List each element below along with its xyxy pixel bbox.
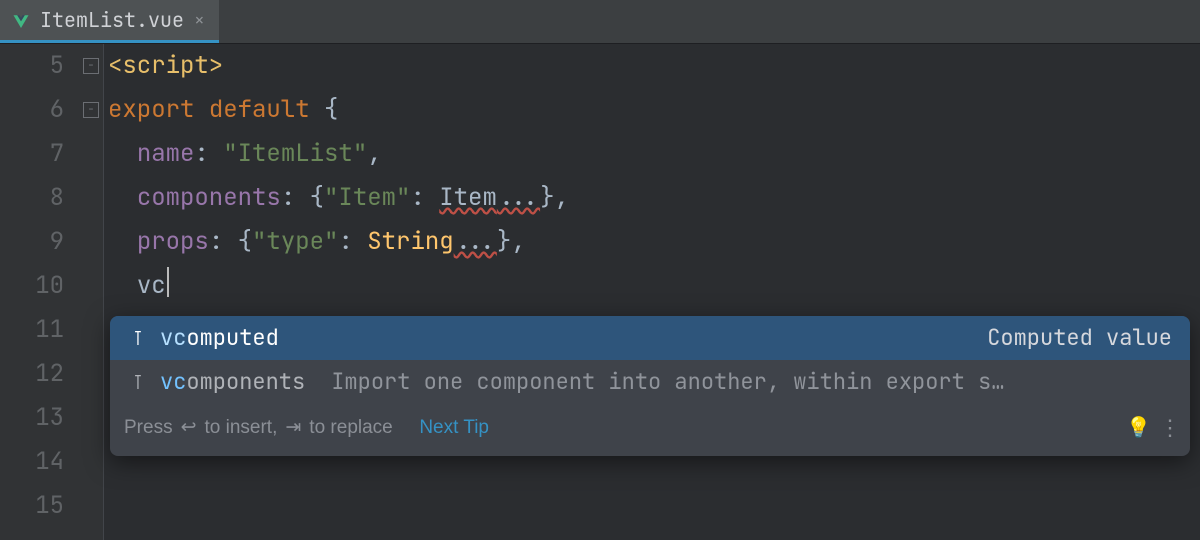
hint-text: Press	[124, 408, 173, 448]
code-text: },	[497, 226, 526, 257]
code-text: },	[540, 182, 569, 213]
code-text: :	[338, 226, 352, 257]
code-text: "type"	[252, 226, 338, 257]
close-icon[interactable]: ×	[194, 9, 205, 32]
code-text: <script>	[108, 50, 223, 81]
line-number: 12	[0, 352, 64, 396]
tab-key-icon: ⇥	[285, 408, 301, 448]
live-template-icon: ⊺	[128, 318, 148, 358]
completion-item-desc: Computed value	[987, 318, 1172, 358]
line-number: 9	[0, 220, 64, 264]
line-number: 13	[0, 396, 64, 440]
code-text: export	[108, 94, 194, 125]
code-text: :	[410, 182, 424, 213]
editor[interactable]: 5 6 7 8 9 10 11 12 13 14 15 <script> exp…	[0, 44, 1200, 540]
line-number: 5	[0, 44, 64, 88]
code-text: Item	[439, 182, 497, 213]
completion-item-name: vcomputed	[160, 318, 279, 358]
code-text: String	[367, 226, 453, 257]
completion-popup: ⊺ vcomputed Computed value ⊺ vcomponents…	[110, 316, 1190, 456]
code-text: :	[281, 182, 295, 213]
code-text: "ItemList"	[223, 138, 367, 169]
next-tip-link[interactable]: Next Tip	[419, 408, 489, 448]
code-text: components	[137, 182, 281, 213]
fold-toggle-icon[interactable]	[83, 102, 99, 118]
file-tab[interactable]: ItemList.vue ×	[0, 0, 219, 43]
code-text: {	[310, 182, 324, 213]
code-text: vc	[137, 270, 166, 301]
tab-filename: ItemList.vue	[40, 7, 184, 33]
completion-footer: Press ↩ to insert, ⇥ to replace Next Tip…	[110, 404, 1190, 456]
text-caret	[167, 267, 169, 297]
code-text: ...	[454, 226, 497, 257]
line-number: 15	[0, 484, 64, 528]
code-text: {	[238, 226, 252, 257]
code-text: default	[209, 94, 310, 125]
line-number-gutter: 5 6 7 8 9 10 11 12 13 14 15	[0, 44, 80, 540]
vue-file-icon	[12, 11, 30, 29]
fold-gutter	[80, 44, 104, 540]
more-icon[interactable]: ⋮	[1159, 421, 1178, 435]
line-number: 14	[0, 440, 64, 484]
code-text: props	[137, 226, 209, 257]
code-text: "Item"	[324, 182, 410, 213]
code-text: :	[209, 226, 223, 257]
tab-bar: ItemList.vue ×	[0, 0, 1200, 44]
code-area[interactable]: <script> export default { name: "ItemLis…	[104, 44, 1200, 540]
line-number: 10	[0, 264, 64, 308]
code-text: {	[324, 94, 338, 125]
line-number: 8	[0, 176, 64, 220]
code-text: ,	[367, 138, 381, 169]
completion-item-name: vcomponents	[160, 362, 305, 402]
line-number: 6	[0, 88, 64, 132]
line-number: 7	[0, 132, 64, 176]
live-template-icon: ⊺	[128, 362, 148, 402]
lightbulb-icon[interactable]: 💡	[1126, 408, 1151, 448]
enter-key-icon: ↩	[181, 408, 197, 448]
hint-text: to insert,	[205, 408, 278, 448]
hint-text: to replace	[309, 408, 392, 448]
completion-item-desc: Import one component into another, withi…	[331, 362, 1172, 402]
line-number: 11	[0, 308, 64, 352]
code-text: ...	[497, 182, 540, 213]
completion-item[interactable]: ⊺ vcomputed Computed value	[110, 316, 1190, 360]
code-text: name	[137, 138, 195, 169]
completion-item[interactable]: ⊺ vcomponents Import one component into …	[110, 360, 1190, 404]
fold-toggle-icon[interactable]	[83, 58, 99, 74]
code-text: :	[194, 138, 208, 169]
